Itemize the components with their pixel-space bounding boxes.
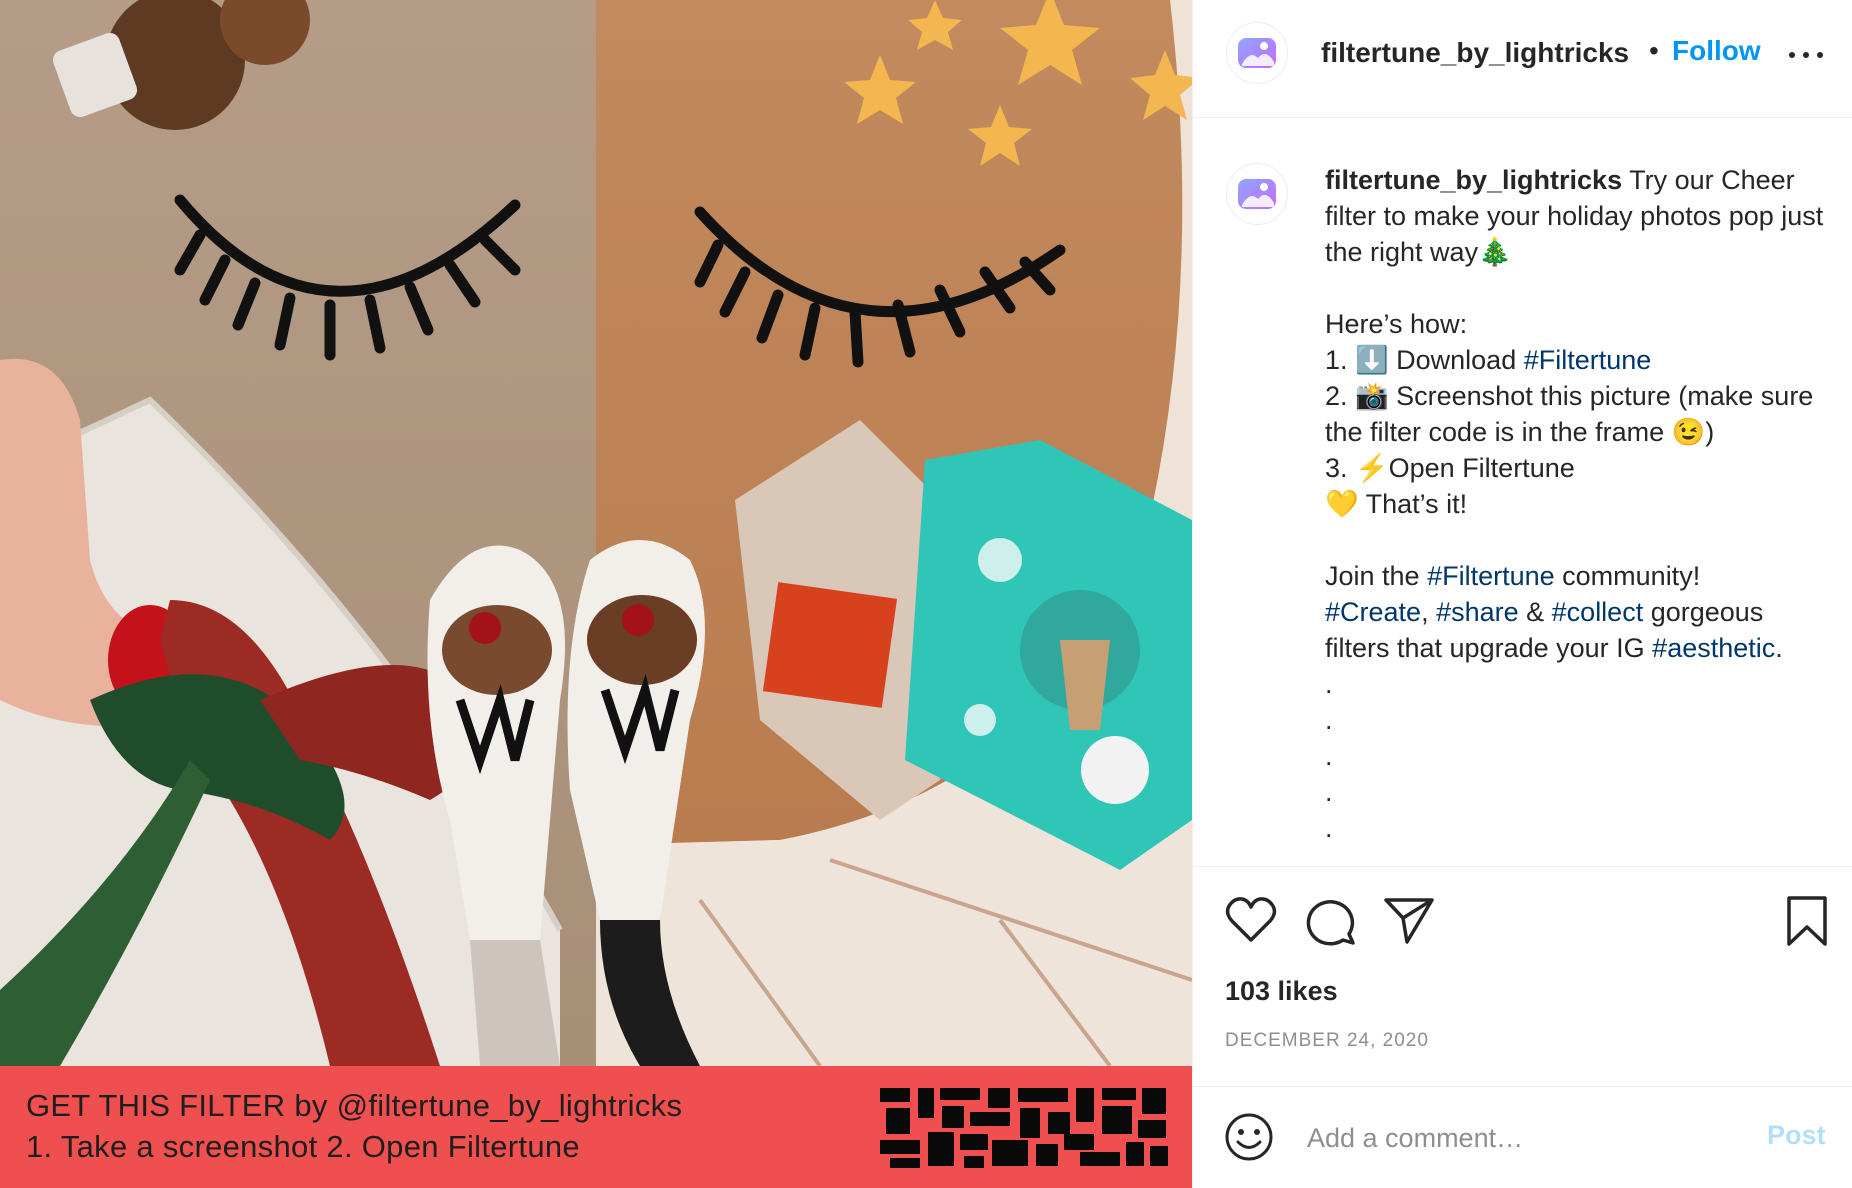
join-text: Join the [1325,561,1428,591]
caption-dot: . [1325,669,1333,699]
bookmark-icon[interactable] [1785,895,1829,947]
comment-input[interactable] [1305,1115,1749,1161]
caption-area: filtertune_by_lightricks Try our Cheer f… [1193,118,1852,867]
avatar[interactable] [1226,22,1288,84]
caption-step-2: 2. 📸 Screenshot this picture (make sure … [1325,381,1814,447]
caption-dot: . [1325,813,1333,843]
more-dot [1817,52,1823,58]
more-dot [1803,52,1809,58]
heart-icon[interactable] [1225,896,1277,944]
caption-dot: . [1325,741,1333,771]
filtertune-logo-icon [1238,179,1276,209]
filter-code-icon [880,1084,1170,1170]
hashtag-link[interactable]: #Create [1325,597,1421,627]
caption-hashtags: #Create, #share & #collect gorgeous filt… [1325,594,1835,666]
caption-dot: . [1325,777,1333,807]
caption-step-3: 3. ⚡Open Filtertune [1325,453,1575,483]
caption-username[interactable]: filtertune_by_lightricks [1325,165,1622,195]
post-media[interactable]: GET THIS FILTER by @filtertune_by_lightr… [0,0,1192,1188]
banner-title: GET THIS FILTER by @filtertune_by_lightr… [26,1088,683,1123]
more-dot [1789,52,1795,58]
post-caption: filtertune_by_lightricks Try our Cheer f… [1325,162,1835,846]
separator-dot: • [1649,35,1659,66]
comment-icon[interactable] [1305,896,1357,946]
comment-bar: Post [1193,1087,1852,1188]
more-options-icon[interactable] [1789,40,1823,70]
caption-text: , [1421,597,1437,627]
hashtag-link[interactable]: #collect [1552,597,1644,627]
caption-text: & [1518,597,1552,627]
header-username[interactable]: filtertune_by_lightricks [1321,37,1629,69]
caption-dot: . [1325,705,1333,735]
filtertune-logo-icon [1238,38,1276,68]
caption-heres-how: Here’s how: [1325,309,1468,339]
caption-step-4: 💛 That’s it! [1325,489,1468,519]
emoji-icon[interactable] [1224,1112,1274,1162]
follow-button[interactable]: Follow [1672,35,1761,67]
share-icon[interactable] [1383,896,1435,944]
likes-count[interactable]: 103 likes [1225,976,1338,1007]
post-comment-button[interactable]: Post [1767,1120,1826,1151]
caption-join: Join the #Filtertune community! [1325,558,1835,594]
post-side-panel: filtertune_by_lightricks • Follow filter… [1192,0,1852,1188]
step-1-text: 1. ⬇️ Download [1325,345,1524,375]
hashtag-link[interactable]: #aesthetic [1652,633,1775,663]
hashtag-link[interactable]: #Filtertune [1427,561,1555,591]
post-photo [0,0,1192,1066]
hashtag-link[interactable]: #Filtertune [1524,345,1652,375]
post-actions: 103 likes DECEMBER 24, 2020 [1193,866,1852,1087]
post-date[interactable]: DECEMBER 24, 2020 [1225,1030,1429,1052]
banner-instructions: 1. Take a screenshot 2. Open Filtertune [26,1129,580,1164]
hashtag-link[interactable]: #share [1436,597,1519,627]
filter-banner: GET THIS FILTER by @filtertune_by_lightr… [0,1066,1192,1188]
post-header: filtertune_by_lightricks • Follow [1193,0,1852,118]
join-text: community! [1554,561,1701,591]
caption-intro: filtertune_by_lightricks Try our Cheer f… [1325,162,1835,270]
caption-text: . [1775,633,1783,663]
avatar[interactable] [1226,163,1288,225]
caption-step-1: 1. ⬇️ Download #Filtertune [1325,342,1835,378]
